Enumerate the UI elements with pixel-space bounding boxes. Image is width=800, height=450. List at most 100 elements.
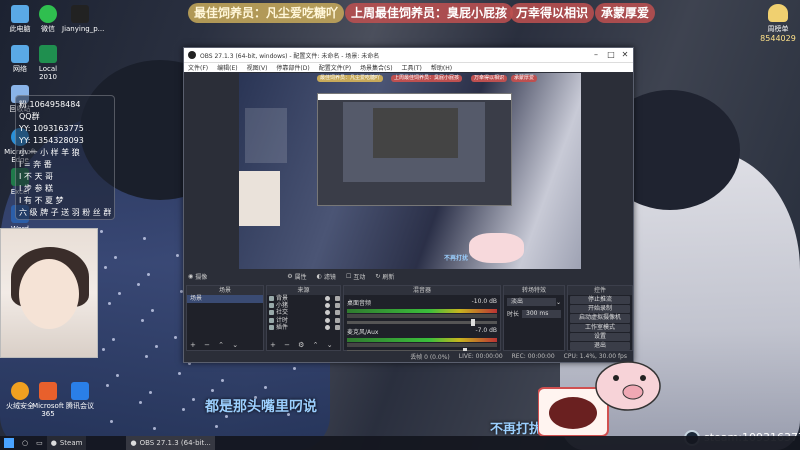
- taskbar-search[interactable]: ○: [18, 436, 32, 450]
- thanks-banner: 万幸得以相识: [510, 3, 595, 23]
- transition-type[interactable]: 淡出: [507, 298, 556, 306]
- eye-icon[interactable]: [325, 296, 330, 302]
- scenes-dock-buttons[interactable]: + − ⌃ ⌄: [190, 341, 241, 349]
- sources-dock: 来源 背景 小猪 社交 计时 插件 + − ⚙ ⌃ ⌄: [266, 285, 341, 351]
- desktop-icon-tencent-meeting[interactable]: 腾讯会议: [62, 382, 98, 410]
- pig-eye: [613, 375, 619, 381]
- menu-tools[interactable]: 工具(T): [402, 63, 422, 72]
- sparkle: [174, 336, 177, 339]
- stop-streaming-button[interactable]: 停止推流: [570, 296, 630, 305]
- scene-item[interactable]: 场景: [187, 295, 263, 303]
- interact-button[interactable]: ☐ 互动: [346, 272, 365, 281]
- obs-title: OBS 27.1.3 (64-bit, windows) - 配置文件: 未命名…: [200, 52, 380, 60]
- sparkle: [141, 319, 144, 322]
- interact-label: 互动: [353, 274, 366, 281]
- duration-input[interactable]: 300 ms: [522, 309, 561, 318]
- sparkle: [151, 309, 154, 312]
- nested-preview-inner: [373, 108, 458, 158]
- taskbar-steam[interactable]: ● Steam: [46, 436, 87, 450]
- menu-docks[interactable]: 停靠部件(D): [276, 63, 309, 72]
- pig-snout: [622, 384, 644, 400]
- taskbar-taskview[interactable]: ▭: [32, 436, 47, 450]
- sparkle: [147, 273, 150, 276]
- start-recording-button[interactable]: 开始录制: [570, 305, 630, 314]
- preview-banner: 最佳饲养员：凡尘爱吃糖吖: [317, 75, 384, 82]
- preview-webcam: [239, 171, 280, 226]
- lock-icon[interactable]: [335, 296, 340, 302]
- chevron-down-icon: ⌄: [555, 298, 561, 306]
- start-button[interactable]: [0, 436, 18, 450]
- source-type-icon: [269, 296, 274, 302]
- eye-icon[interactable]: [325, 310, 330, 316]
- obs-window[interactable]: OBS 27.1.3 (64-bit, windows) - 配置文件: 未命名…: [183, 47, 634, 363]
- sparkle: [155, 345, 158, 348]
- desktop-icon-label: Local 2010: [38, 65, 58, 81]
- source-item[interactable]: 插件: [267, 324, 340, 331]
- minimize-icon[interactable]: –: [589, 48, 603, 62]
- exit-button[interactable]: 退出: [570, 341, 630, 351]
- menu-help[interactable]: 帮助(H): [431, 63, 452, 72]
- fans-line: 小 一 小 样 羊 狼: [19, 148, 80, 157]
- sparkle: [139, 401, 142, 404]
- fans-line: I 不 天 哥: [19, 172, 53, 181]
- source-item[interactable]: 计时: [267, 317, 340, 324]
- settings-button[interactable]: 设置: [570, 332, 630, 341]
- menu-profile[interactable]: 配置文件(P): [319, 63, 351, 72]
- maximize-icon[interactable]: □: [604, 48, 618, 62]
- filters-label: 滤镜: [323, 274, 336, 281]
- eye-icon[interactable]: [325, 324, 330, 330]
- rank-number: 8544029: [760, 34, 796, 43]
- sparkle: [104, 266, 107, 269]
- eye-icon[interactable]: [325, 303, 330, 309]
- source-label: 计时: [276, 316, 289, 324]
- fans-line: 粉 1064958484: [19, 100, 81, 109]
- rank-badge: 周榜单 8544029: [758, 4, 798, 43]
- desktop-icon-label: 微信: [41, 25, 55, 33]
- taskbar-obs[interactable]: ● OBS 27.1.3 (64-bit...: [126, 436, 215, 450]
- lock-icon[interactable]: [335, 324, 340, 330]
- transitions-dock-title: 转场特效: [504, 286, 564, 295]
- close-icon[interactable]: ✕: [618, 48, 632, 62]
- preview-pig-sticker: [469, 233, 524, 263]
- mouse-cursor: [590, 66, 594, 72]
- refresh-icon: ↻: [375, 273, 381, 280]
- lock-icon[interactable]: [335, 303, 340, 309]
- sparkle: [108, 302, 111, 305]
- desktop-icon-m365[interactable]: Microsoft 365: [30, 382, 66, 418]
- lock-icon[interactable]: [335, 310, 340, 316]
- studio-mode-button[interactable]: 工作室模式: [570, 323, 630, 332]
- obs-logo-icon: [188, 51, 196, 59]
- menu-file[interactable]: 文件(F): [188, 63, 208, 72]
- refresh-button[interactable]: ↻ 刷新: [375, 272, 394, 281]
- lock-icon[interactable]: [335, 317, 340, 323]
- menu-view[interactable]: 视图(V): [247, 63, 268, 72]
- virtual-camera-button[interactable]: 启动虚拟摄像机: [570, 314, 630, 323]
- sparkle: [143, 237, 146, 240]
- scenes-dock-title: 场景: [187, 286, 263, 295]
- volume-meter-secondary: [347, 314, 497, 318]
- menu-edit[interactable]: 编辑(E): [217, 63, 237, 72]
- volume-slider[interactable]: [347, 319, 497, 326]
- source-item[interactable]: 社交: [267, 309, 340, 316]
- transition-select[interactable]: 淡出 ⌄: [507, 298, 561, 306]
- properties-button[interactable]: ⚙ 属性: [287, 272, 306, 281]
- camera-icon: ◉: [188, 273, 194, 280]
- obs-preview[interactable]: 最佳饲养员：凡尘爱吃糖吖 上周最佳饲养员：臭屁小屁孩 万幸得以相识 承蒙厚爱 不…: [239, 73, 581, 269]
- desktop-icon-local[interactable]: Local 2010: [30, 45, 66, 81]
- filters-button[interactable]: ◐ 滤镜: [317, 272, 336, 281]
- desktop-icon-wechat[interactable]: 微信: [30, 5, 66, 33]
- nested-obs-preview: [317, 93, 512, 206]
- sources-dock-buttons[interactable]: + − ⚙ ⌃ ⌄: [270, 341, 336, 349]
- volume-slider-knob[interactable]: [470, 319, 475, 326]
- office-icon: [39, 382, 57, 400]
- menu-scene-collection[interactable]: 场景集合(S): [360, 63, 393, 72]
- obs-titlebar[interactable]: OBS 27.1.3 (64-bit, windows) - 配置文件: 未命名…: [184, 48, 633, 62]
- mixer-dock-title: 混音器: [344, 286, 500, 295]
- desktop-icon-jianying[interactable]: Jianying_p...: [62, 5, 104, 33]
- sources-dock-title: 来源: [267, 286, 340, 295]
- desktop: 最佳饲养员：凡尘爱吃糖吖 上周最佳饲养员：臭屁小屁孩 万幸得以相识 承蒙厚爱 此…: [0, 0, 800, 450]
- network-icon: [11, 45, 29, 63]
- fans-line: I 步 参 糕: [19, 184, 53, 193]
- eye-icon[interactable]: [325, 317, 330, 323]
- taskview-icon: ▭: [36, 439, 43, 447]
